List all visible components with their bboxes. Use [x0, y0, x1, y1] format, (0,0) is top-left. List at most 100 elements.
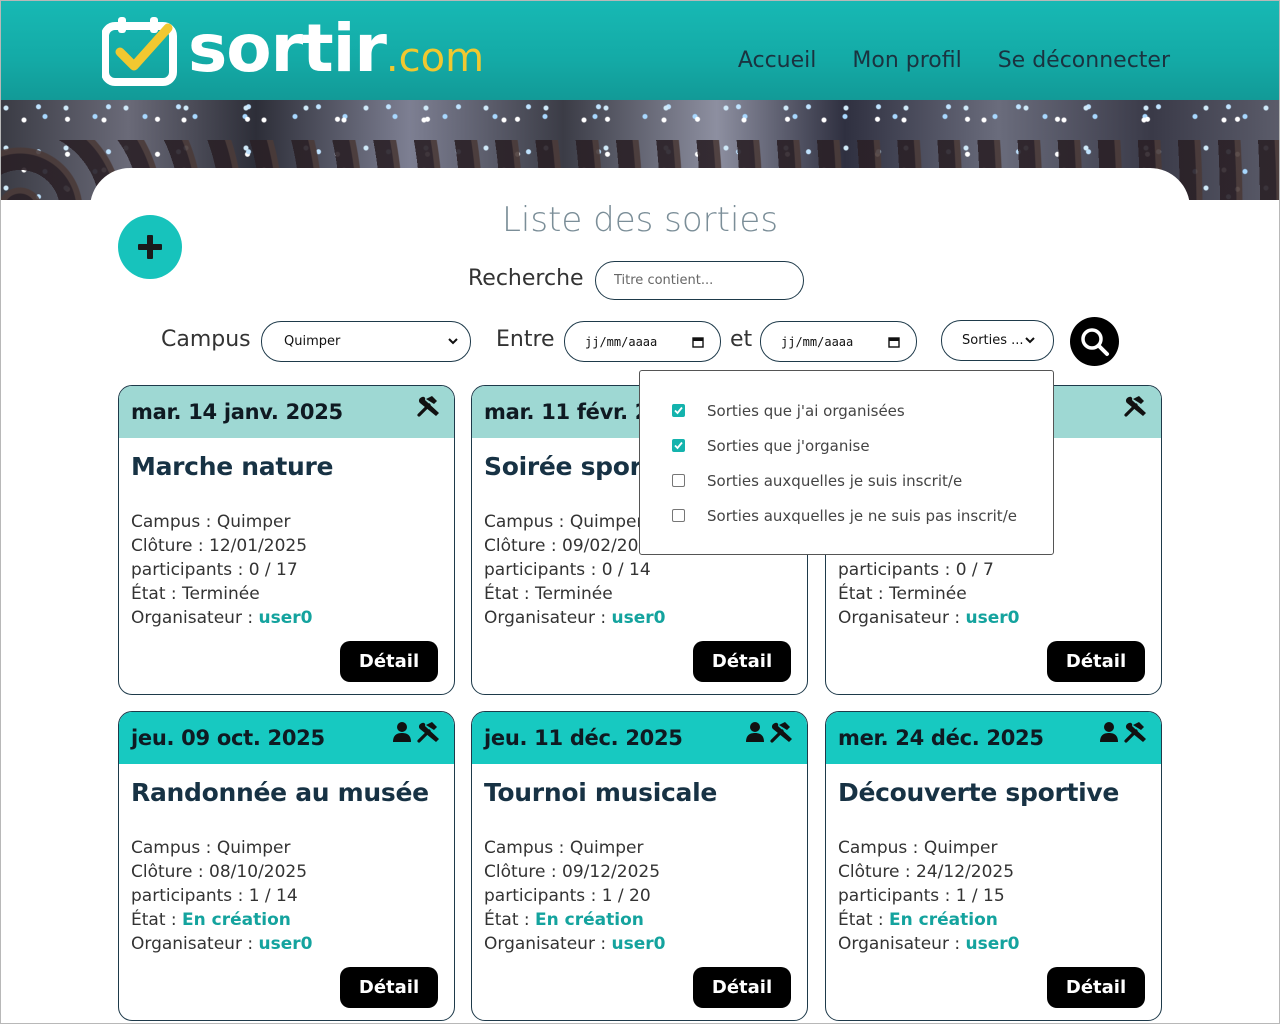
calendar-icon: [888, 336, 900, 348]
nav-mon-profil[interactable]: Mon profil: [852, 48, 961, 73]
checkbox-checked[interactable]: [672, 439, 685, 452]
checkbox-unchecked[interactable]: [672, 509, 685, 522]
card-campus: Campus : Quimper: [131, 512, 291, 532]
filter-option-label: Sorties que j'ai organisées: [707, 401, 905, 420]
sortie-card: mer. 24 déc. 2025 Découverte sportive Camp…: [825, 711, 1162, 1021]
card-organisateur: Organisateur : user0: [838, 608, 1020, 628]
card-organisateur: Organisateur : user0: [131, 608, 313, 628]
sorties-filter-value: Sorties ...: [962, 333, 1024, 348]
filter-option-label: Sorties auxquelles je ne suis pas inscri…: [707, 506, 1017, 525]
card-etat-value: Terminée: [182, 584, 260, 604]
card-participants: participants : 1 / 20: [484, 886, 651, 906]
card-etat: État : En création: [484, 910, 644, 930]
calendar-check-icon: [102, 17, 177, 86]
card-campus: Campus : Quimper: [838, 838, 998, 858]
card-etat-value: En création: [889, 910, 998, 930]
card-title: Découverte sportive: [838, 778, 1120, 807]
sortie-card: jeu. 09 oct. 2025 Randonnée au musée Campu…: [118, 711, 455, 1021]
chevron-down-icon: [448, 338, 458, 345]
card-date: jeu. 09 oct. 2025: [131, 726, 325, 750]
between-label: Entre: [496, 327, 555, 352]
date-start-placeholder: jj/mm/aaaa: [585, 334, 658, 349]
card-etat: État : Terminée: [838, 584, 967, 604]
date-start-input[interactable]: jj/mm/aaaa: [564, 321, 721, 362]
sortie-card: mar. 14 janv. 2025 Marche nature Campus : …: [118, 385, 455, 695]
card-header: mer. 24 déc. 2025: [826, 712, 1161, 764]
card-etat: État : Terminée: [484, 584, 613, 604]
checkbox-unchecked[interactable]: [672, 474, 685, 487]
organisateur-link[interactable]: user0: [965, 608, 1019, 628]
card-cloture: Clôture : 12/01/2025: [131, 536, 308, 556]
card-etat: État : Terminée: [131, 584, 260, 604]
date-end-input[interactable]: jj/mm/aaaa: [760, 321, 917, 362]
filter-option-non-inscrit[interactable]: Sorties auxquelles je ne suis pas inscri…: [640, 498, 1053, 533]
organisateur-link[interactable]: user0: [258, 608, 312, 628]
detail-button[interactable]: Détail: [340, 967, 438, 1008]
magnifier-icon: [1080, 327, 1109, 356]
card-organisateur: Organisateur : user0: [838, 934, 1020, 954]
card-etat-value: En création: [535, 910, 644, 930]
nav-accueil[interactable]: Accueil: [738, 48, 817, 73]
card-organisateur: Organisateur : user0: [484, 608, 666, 628]
card-cloture: Clôture : 09/12/2025: [484, 862, 661, 882]
logo-text: sortir.com: [188, 10, 485, 87]
card-icons: [1123, 394, 1149, 422]
sorties-filter-select[interactable]: Sorties ...: [941, 320, 1054, 361]
detail-button[interactable]: Détail: [693, 641, 791, 682]
search-input[interactable]: [595, 261, 804, 300]
filter-option-inscrit[interactable]: Sorties auxquelles je suis inscrit/e: [640, 463, 1053, 498]
organisateur-link[interactable]: user0: [611, 608, 665, 628]
card-date: mar. 14 janv. 2025: [131, 400, 343, 424]
detail-button[interactable]: Détail: [693, 967, 791, 1008]
campus-select[interactable]: Quimper: [261, 321, 471, 362]
organisateur-link[interactable]: user0: [965, 934, 1019, 954]
card-cloture: Clôture : 08/10/2025: [131, 862, 308, 882]
and-label: et: [730, 327, 753, 352]
detail-button[interactable]: Détail: [340, 641, 438, 682]
card-body: Campus : Quimper Clôture : 24/12/2025 part…: [826, 824, 1161, 956]
header: sortir.com Accueil Mon profil Se déconne…: [0, 0, 1280, 100]
filter-option-label: Sorties que j'organise: [707, 436, 870, 455]
tools-icon: [416, 720, 442, 748]
card-body: Campus : Quimper Clôture : 09/12/2025 part…: [472, 824, 807, 956]
card-participants: participants : 1 / 14: [131, 886, 298, 906]
sortie-card: jeu. 11 déc. 2025 Tournoi musicale Campus …: [471, 711, 808, 1021]
card-body: Campus : Quimper Clôture : 08/10/2025 part…: [119, 824, 454, 956]
checkbox-checked[interactable]: [672, 404, 685, 417]
card-header: jeu. 11 déc. 2025: [472, 712, 807, 764]
card-body: Campus : Quimper Clôture : 12/01/2025 part…: [119, 498, 454, 630]
date-end-placeholder: jj/mm/aaaa: [781, 334, 854, 349]
filter-option-label: Sorties auxquelles je suis inscrit/e: [707, 471, 963, 490]
tools-icon: [769, 720, 795, 748]
user-icon: [392, 721, 412, 747]
detail-button[interactable]: Détail: [1047, 641, 1145, 682]
card-header: mar. 14 janv. 2025: [119, 386, 454, 438]
card-participants: participants : 1 / 15: [838, 886, 1005, 906]
organisateur-link[interactable]: user0: [611, 934, 665, 954]
tools-icon: [1123, 720, 1149, 748]
organisateur-link[interactable]: user0: [258, 934, 312, 954]
nav-se-deconnecter[interactable]: Se déconnecter: [998, 48, 1170, 73]
detail-button[interactable]: Détail: [1047, 967, 1145, 1008]
card-etat-value: Terminée: [535, 584, 613, 604]
card-title: Tournoi musicale: [484, 778, 717, 807]
page-title: Liste des sorties: [501, 200, 779, 240]
card-date: mer. 24 déc. 2025: [838, 726, 1044, 750]
card-date: jeu. 11 déc. 2025: [484, 726, 683, 750]
campus-select-value: Quimper: [284, 334, 341, 349]
tools-icon: [1123, 394, 1149, 422]
card-campus: Campus : Quimper: [484, 838, 644, 858]
tools-icon: [416, 394, 442, 422]
card-title: Marche nature: [131, 452, 334, 481]
search-button[interactable]: [1070, 317, 1119, 366]
card-header: jeu. 09 oct. 2025: [119, 712, 454, 764]
card-title: Randonnée au musée: [131, 778, 429, 807]
logo-suffix: .com: [385, 35, 485, 81]
card-icons: [745, 720, 795, 748]
calendar-icon: [692, 336, 704, 348]
card-etat-value: Terminée: [889, 584, 967, 604]
user-icon: [1099, 721, 1119, 747]
user-icon: [745, 721, 765, 747]
filter-option-organisees[interactable]: Sorties que j'ai organisées: [640, 393, 1053, 428]
filter-option-organise[interactable]: Sorties que j'organise: [640, 428, 1053, 463]
